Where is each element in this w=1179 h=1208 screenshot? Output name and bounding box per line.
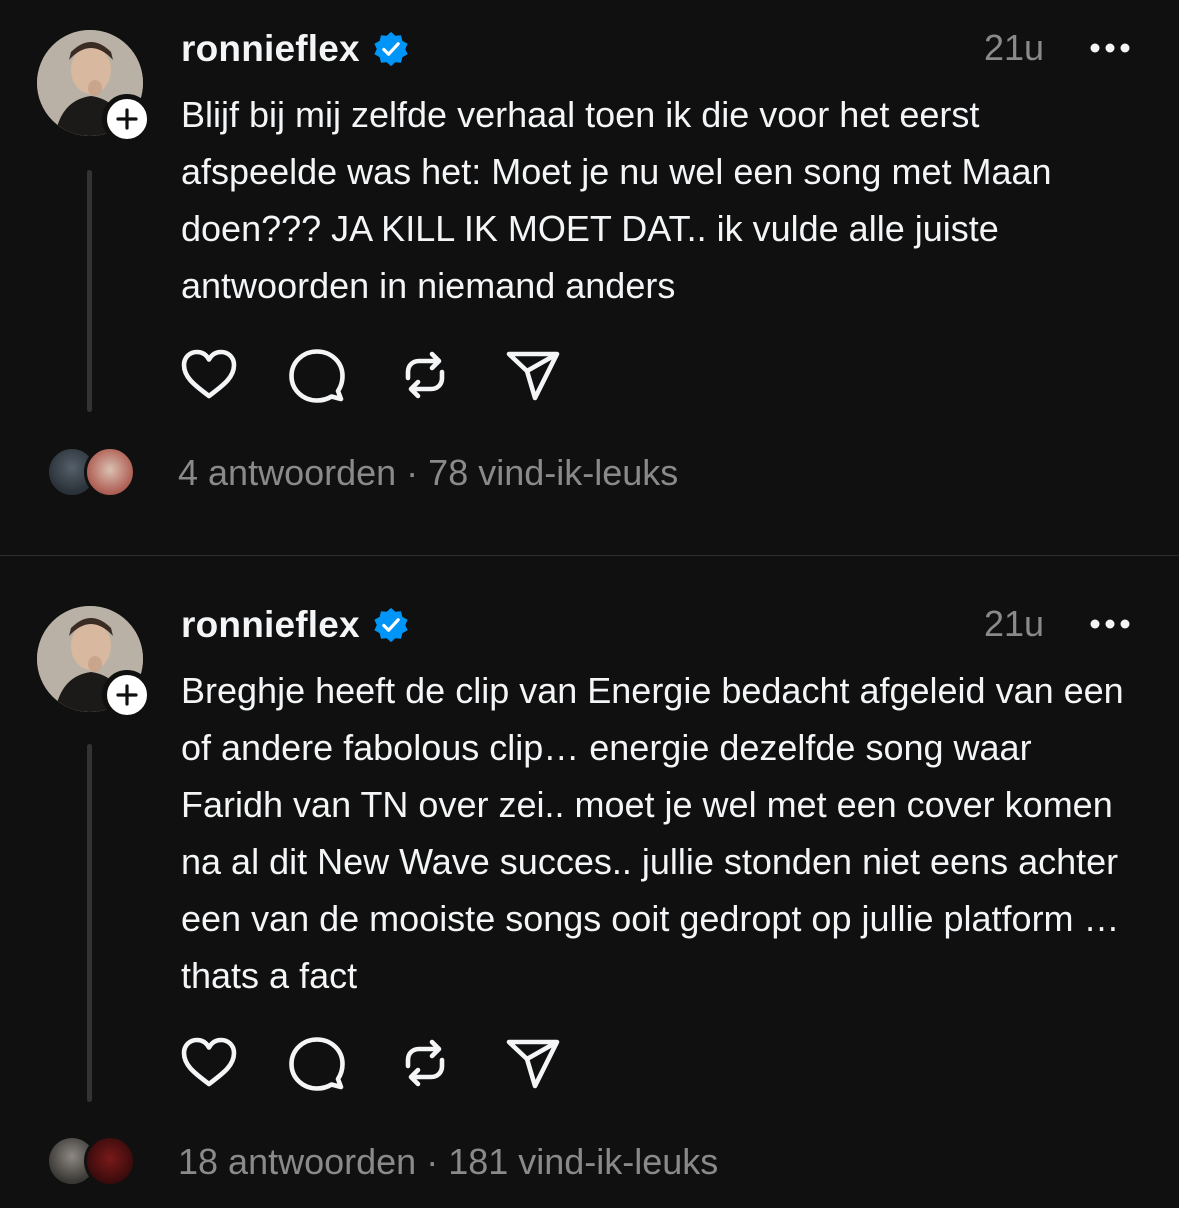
action-bar (178, 1032, 610, 1094)
repost-button[interactable] (394, 344, 456, 406)
author-row: ronnieflex (181, 26, 410, 72)
like-button[interactable] (178, 344, 240, 406)
threads-feed: ronnieflex 21u Blijf bij mij zelfde verh… (0, 0, 1179, 1208)
replier-avatars[interactable] (46, 446, 138, 498)
post-stats: 18 antwoorden · 181 vind-ik-leuks (178, 1141, 718, 1183)
more-options-icon[interactable] (1088, 616, 1132, 632)
repost-arrows-icon (405, 351, 445, 399)
stats-separator: · (406, 452, 419, 493)
comment-bubble-icon (289, 1037, 345, 1091)
follow-button[interactable] (102, 94, 152, 144)
like-count[interactable]: 78 vind-ik-leuks (428, 452, 678, 493)
avatar (84, 446, 136, 498)
follow-button[interactable] (102, 670, 152, 720)
plus-icon (116, 108, 138, 130)
post-time: 21u (984, 27, 1045, 68)
username[interactable]: ronnieflex (181, 28, 360, 70)
like-button[interactable] (178, 1032, 240, 1094)
replier-avatars[interactable] (46, 1135, 138, 1187)
send-paper-plane-icon (506, 351, 560, 401)
repost-arrows-icon (405, 1039, 445, 1087)
thread-line (87, 744, 92, 1102)
send-paper-plane-icon (506, 1039, 560, 1089)
thread-line (87, 170, 92, 412)
share-button[interactable] (502, 1032, 564, 1094)
post-text: Blijf bij mij zelfde verhaal toen ik die… (181, 94, 1052, 306)
reply-button[interactable] (286, 1032, 348, 1094)
reply-count[interactable]: 18 antwoorden (178, 1141, 416, 1182)
thread-post[interactable]: ronnieflex 21u Blijf bij mij zelfde verh… (0, 0, 1179, 555)
verified-badge-icon (374, 31, 408, 67)
author-row: ronnieflex (181, 602, 410, 648)
post-text: Breghje heeft de clip van Energie bedach… (181, 670, 1124, 996)
comment-bubble-icon (289, 349, 345, 403)
heart-icon (181, 1037, 237, 1087)
stats-separator: · (426, 1141, 439, 1182)
reply-button[interactable] (286, 344, 348, 406)
post-time: 21u (984, 603, 1045, 644)
thread-post[interactable]: ronnieflex 21u Breghje heeft de clip van… (0, 576, 1179, 1208)
more-options-icon[interactable] (1088, 40, 1132, 56)
heart-icon (181, 349, 237, 399)
post-divider (0, 555, 1179, 556)
username[interactable]: ronnieflex (181, 604, 360, 646)
plus-icon (116, 684, 138, 706)
avatar (84, 1135, 136, 1187)
repost-button[interactable] (394, 1032, 456, 1094)
like-count[interactable]: 181 vind-ik-leuks (448, 1141, 718, 1182)
share-button[interactable] (502, 344, 564, 406)
action-bar (178, 344, 610, 406)
post-stats: 4 antwoorden · 78 vind-ik-leuks (178, 452, 678, 494)
verified-badge-icon (374, 607, 408, 643)
reply-count[interactable]: 4 antwoorden (178, 452, 396, 493)
